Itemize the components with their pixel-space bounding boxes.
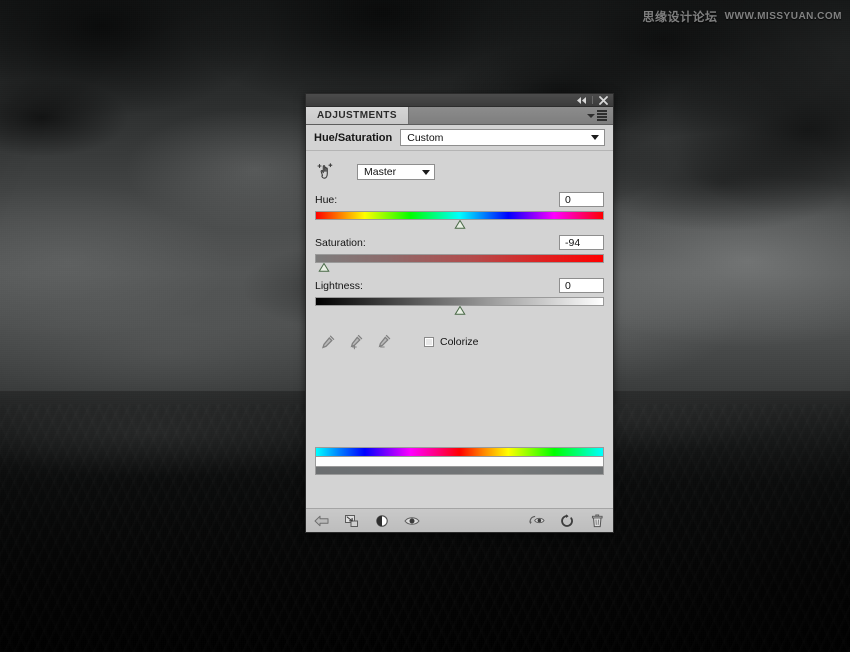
delete-adjustment-layer-button[interactable]: [589, 513, 605, 529]
slider-group-saturation: Saturation: -94: [315, 234, 604, 271]
lightness-track[interactable]: [315, 297, 604, 306]
footer-right-group: [529, 513, 605, 529]
tab-adjustments-label: ADJUSTMENTS: [317, 110, 397, 121]
lightness-slider[interactable]: [315, 297, 604, 314]
page-title: Hue/Saturation: [314, 132, 392, 144]
lightness-slider-thumb[interactable]: [454, 306, 465, 315]
titlebar-separator: [592, 96, 593, 104]
panel-titlebar[interactable]: [306, 94, 613, 107]
reset-adjustment-button[interactable]: [559, 513, 575, 529]
preview-previous-state-button[interactable]: [529, 513, 545, 529]
hue-value-input[interactable]: 0: [559, 192, 604, 207]
panel-menu-lines-icon: [597, 110, 607, 121]
saturation-value-input[interactable]: -94: [559, 235, 604, 250]
watermark: 思缘设计论坛 WWW.MISSYUAN.COM: [643, 8, 842, 25]
adjustment-header-row: Hue/Saturation Custom: [306, 125, 613, 151]
eyedropper-add-icon[interactable]: [348, 334, 364, 350]
watermark-site-name: 思缘设计论坛: [643, 8, 718, 25]
saturation-label-row: Saturation: -94: [315, 234, 604, 251]
slider-group-lightness: Lightness: 0: [315, 277, 604, 314]
eyedropper-group: [315, 334, 392, 350]
colorize-label: Colorize: [440, 336, 479, 348]
saturation-track[interactable]: [315, 254, 604, 263]
eyedropper-sample-icon[interactable]: [320, 334, 336, 350]
watermark-url: WWW.MISSYUAN.COM: [725, 11, 842, 22]
hue-track[interactable]: [315, 211, 604, 220]
channel-dropdown[interactable]: Master: [357, 164, 435, 180]
return-to-adjustment-list-button[interactable]: [314, 513, 330, 529]
hue-label: Hue:: [315, 194, 337, 206]
colorize-checkbox[interactable]: Colorize: [424, 336, 479, 348]
spectrum-range-bar[interactable]: [315, 456, 604, 466]
hue-slider[interactable]: [315, 211, 604, 228]
tab-row-filler: [409, 107, 587, 124]
channel-dropdown-value: Master: [364, 166, 396, 178]
saturation-slider[interactable]: [315, 254, 604, 271]
chevron-down-icon: [422, 170, 430, 175]
toggle-layer-visibility-button[interactable]: [404, 513, 420, 529]
clip-to-layer-button[interactable]: [344, 513, 360, 529]
close-icon[interactable]: [597, 95, 610, 106]
lightness-label: Lightness:: [315, 280, 363, 292]
eyedropper-row: Colorize: [315, 330, 604, 354]
spectrum-bars: [315, 447, 604, 475]
lightness-label-row: Lightness: 0: [315, 277, 604, 294]
chevron-down-icon: [591, 135, 599, 140]
colorize-checkbox-box[interactable]: [424, 337, 434, 347]
eyedropper-subtract-icon[interactable]: [376, 334, 392, 350]
new-adjustment-layer-button[interactable]: [374, 513, 390, 529]
slider-group-hue: Hue: 0: [315, 191, 604, 228]
lightness-value-input[interactable]: 0: [559, 278, 604, 293]
hue-spectrum-bar[interactable]: [315, 447, 604, 456]
targeted-adjustment-hand-icon[interactable]: [315, 162, 335, 182]
saturation-label: Saturation:: [315, 237, 366, 249]
panel-menu-triangle-icon: [587, 114, 595, 118]
panel-menu-icon[interactable]: [587, 107, 613, 124]
adjustments-panel: ADJUSTMENTS Hue/Saturation Custom: [305, 93, 614, 533]
panel-tab-row: ADJUSTMENTS: [306, 107, 613, 125]
saturation-slider-thumb[interactable]: [318, 263, 329, 272]
hue-slider-thumb[interactable]: [454, 220, 465, 229]
tool-row: Master: [315, 159, 604, 185]
preset-dropdown-value: Custom: [407, 132, 443, 144]
panel-footer: [306, 508, 613, 532]
footer-left-group: [314, 513, 420, 529]
adjusted-spectrum-bar[interactable]: [315, 466, 604, 475]
tab-adjustments[interactable]: ADJUSTMENTS: [306, 107, 409, 124]
double-left-arrow-icon[interactable]: [575, 95, 588, 106]
preset-dropdown[interactable]: Custom: [400, 129, 605, 146]
adjustment-body: Master Hue: 0 Saturation:: [306, 151, 613, 508]
hue-label-row: Hue: 0: [315, 191, 604, 208]
